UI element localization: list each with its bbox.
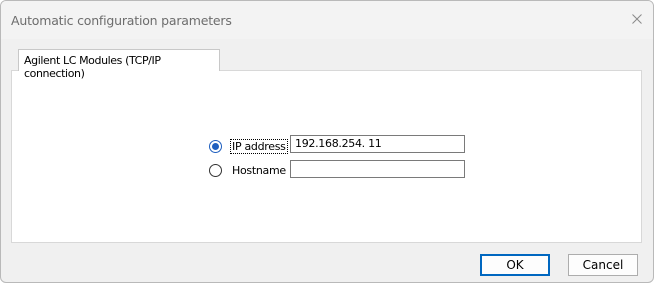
dialog-window: Automatic configuration parameters Agile… <box>0 0 654 283</box>
title-bar: Automatic configuration parameters <box>1 1 653 39</box>
tab-agilent-lc-modules[interactable]: Agilent LC Modules (TCP/IP connection) <box>18 49 220 80</box>
ok-button[interactable]: OK <box>480 254 550 276</box>
ip-address-radio[interactable] <box>209 140 222 153</box>
ip-address-label[interactable]: IP address <box>230 139 288 154</box>
ip-address-input[interactable]: 192.168.254. 11 <box>290 135 465 153</box>
tab-panel <box>11 70 642 243</box>
hostname-label[interactable]: Hostname <box>232 164 286 177</box>
hostname-option[interactable]: Hostname <box>209 164 286 177</box>
hostname-input[interactable] <box>290 160 465 178</box>
window-title: Automatic configuration parameters <box>11 13 232 28</box>
close-button[interactable] <box>627 9 647 29</box>
ip-address-option[interactable]: IP address <box>209 139 288 154</box>
close-icon <box>632 14 642 24</box>
hostname-radio[interactable] <box>209 164 222 177</box>
cancel-button[interactable]: Cancel <box>568 254 638 276</box>
